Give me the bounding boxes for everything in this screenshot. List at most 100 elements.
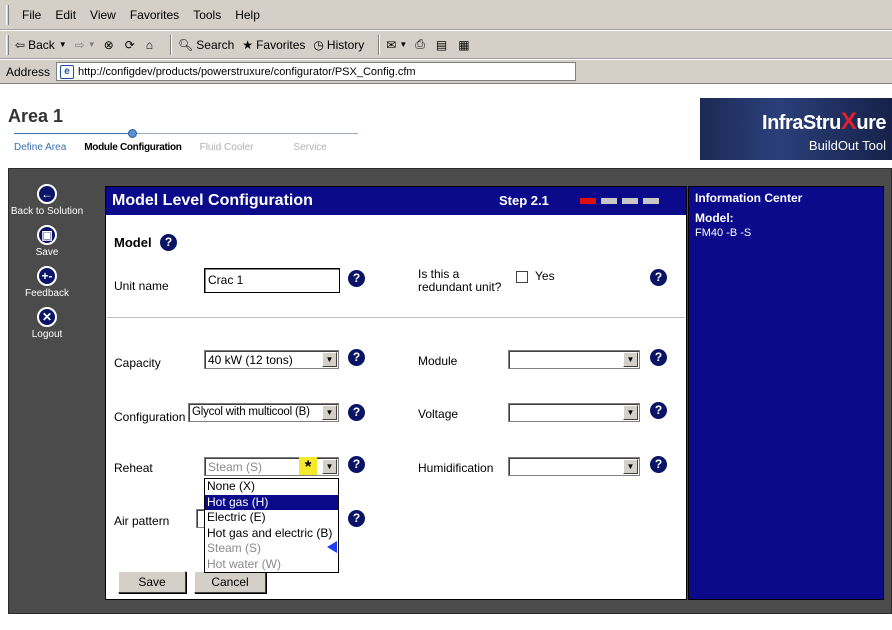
logo-brand-pre: InfraStru xyxy=(762,112,841,134)
chevron-down-icon[interactable]: ▼ xyxy=(322,459,337,474)
sidebar-item-logout[interactable]: ✕ Logout xyxy=(10,307,84,340)
configuration-help-icon[interactable]: ? xyxy=(348,404,365,421)
step-indicator-1 xyxy=(580,198,596,204)
air-pattern-help-icon[interactable]: ? xyxy=(348,510,365,527)
sidebar-item-label: Logout xyxy=(31,329,63,340)
menu-tools[interactable]: Tools xyxy=(186,6,228,24)
redundant-checkbox[interactable] xyxy=(516,271,528,283)
module-select[interactable]: ▼ xyxy=(508,350,640,369)
configuration-label: Configuration xyxy=(114,410,186,424)
save-button[interactable]: Save xyxy=(118,571,186,593)
toolbar-grip xyxy=(6,34,9,55)
menu-view[interactable]: View xyxy=(83,6,123,24)
model-config-panel: Model Level Configuration Step 2.1 xyxy=(105,186,687,600)
reheat-dropdown-list: None (X) Hot gas (H) Electric (E) Hot ga… xyxy=(204,478,339,573)
forward-dropdown-icon[interactable]: ▼ xyxy=(88,40,96,49)
redundant-label: Is this a redundant unit? xyxy=(418,267,502,294)
configuration-select[interactable]: Glycol with multicool (B) ▼ xyxy=(188,403,339,422)
sidebar-item-feedback[interactable]: +- Feedback xyxy=(10,266,84,299)
model-help-icon[interactable]: ? xyxy=(160,234,177,251)
pointer-arrow-icon xyxy=(327,541,337,553)
back-dropdown-icon[interactable]: ▼ xyxy=(59,40,67,49)
menu-help[interactable]: Help xyxy=(228,6,267,24)
unit-name-input[interactable]: Crac 1 xyxy=(204,268,340,293)
step-service: Service xyxy=(293,142,327,153)
discuss-button[interactable]: ▦ xyxy=(458,38,472,52)
mail-icon: ✉ xyxy=(386,37,397,52)
reheat-option-hot-gas[interactable]: Hot gas (H) xyxy=(205,494,338,510)
capacity-select[interactable]: 40 kW (12 tons) ▼ xyxy=(204,350,339,369)
home-icon: ⌂ xyxy=(145,37,154,52)
reheat-help-icon[interactable]: ? xyxy=(348,456,365,473)
reheat-option-electric[interactable]: Electric (E) xyxy=(205,510,338,526)
cancel-button[interactable]: Cancel xyxy=(194,571,266,593)
address-bar: Address e http://configdev/products/powe… xyxy=(0,60,892,84)
step-indicator-2 xyxy=(601,198,617,204)
forward-button[interactable]: ⇨ ▼ xyxy=(75,38,96,52)
mail-button[interactable]: ✉ ▼ xyxy=(386,38,407,52)
info-model-label: Model: xyxy=(695,211,734,225)
stop-button[interactable]: ⊗ xyxy=(104,38,117,52)
logo-brand-x: X xyxy=(840,108,857,135)
print-button[interactable]: ⎙ xyxy=(415,37,428,52)
humidification-help-icon[interactable]: ? xyxy=(650,456,667,473)
menu-edit[interactable]: Edit xyxy=(48,6,83,24)
feedback-icon: +- xyxy=(37,266,57,286)
step-progress-fill xyxy=(14,133,132,134)
step-indicator-4 xyxy=(643,198,659,204)
capacity-help-icon[interactable]: ? xyxy=(348,349,365,366)
logo-brand: InfraStruXure xyxy=(762,108,886,136)
menu-file[interactable]: File xyxy=(15,6,48,24)
mail-dropdown-icon[interactable]: ▼ xyxy=(399,40,407,49)
reheat-select[interactable]: Steam (S) ▼ xyxy=(204,457,339,476)
favorites-label: Favorites xyxy=(256,37,306,52)
step-define-area[interactable]: Define Area xyxy=(14,142,66,153)
menubar-grip xyxy=(6,4,9,25)
logout-icon: ✕ xyxy=(37,307,57,327)
humidification-label: Humidification xyxy=(418,461,494,475)
toolbar-separator-2 xyxy=(378,34,381,55)
voltage-select[interactable]: ▼ xyxy=(508,403,640,422)
humidification-select[interactable]: ▼ xyxy=(508,457,640,476)
step-navigation: Define Area Module Configuration Fluid C… xyxy=(14,142,345,153)
discuss-icon: ▦ xyxy=(458,37,470,52)
home-button[interactable]: ⌂ xyxy=(146,38,156,52)
address-input[interactable]: e http://configdev/products/powerstruxur… xyxy=(56,62,577,81)
sidebar-item-back-to-solution[interactable]: ← Back to Solution xyxy=(10,184,84,217)
reheat-option-none[interactable]: None (X) xyxy=(205,479,338,495)
reheat-option-hot-gas-and-electric[interactable]: Hot gas and electric (B) xyxy=(205,526,338,542)
chevron-down-icon[interactable]: ▼ xyxy=(623,405,638,420)
redundant-help-icon[interactable]: ? xyxy=(650,269,667,286)
unit-name-help-icon[interactable]: ? xyxy=(348,270,365,287)
address-url: http://configdev/products/powerstruxure/… xyxy=(78,65,416,78)
sidebar-item-label: Feedback xyxy=(25,288,69,299)
chevron-down-icon[interactable]: ▼ xyxy=(322,352,337,367)
chevron-down-icon[interactable]: ▼ xyxy=(623,459,638,474)
favorites-button[interactable]: ★ Favorites xyxy=(242,38,305,52)
capacity-value: 40 kW (12 tons) xyxy=(208,353,293,367)
forward-arrow-icon: ⇨ xyxy=(74,37,85,52)
ie-page-icon: e xyxy=(60,64,75,79)
back-button[interactable]: ⇦ Back ▼ xyxy=(15,38,67,52)
history-icon: ◷ xyxy=(313,37,324,52)
reheat-option-hot-water: Hot water (W) xyxy=(207,556,282,571)
search-button[interactable]: 🔍︎ Search xyxy=(178,38,234,52)
sidebar-item-save[interactable]: ▣ Save xyxy=(10,225,84,258)
reheat-label: Reheat xyxy=(114,461,153,475)
chevron-down-icon[interactable]: ▼ xyxy=(322,405,337,420)
search-icon: 🔍︎ xyxy=(178,37,194,52)
history-button[interactable]: ◷ History xyxy=(313,38,364,52)
module-help-icon[interactable]: ? xyxy=(650,349,667,366)
toolbar-separator xyxy=(170,34,173,55)
voltage-help-icon[interactable]: ? xyxy=(650,402,667,419)
refresh-button[interactable]: ⟳ xyxy=(125,38,138,52)
sidebar: ← Back to Solution ▣ Save +- Feedback ✕ … xyxy=(10,184,84,345)
browser-menubar: File Edit View Favorites Tools Help xyxy=(0,0,892,30)
section-divider xyxy=(107,317,685,318)
menu-favorites[interactable]: Favorites xyxy=(123,6,186,24)
chevron-down-icon[interactable]: ▼ xyxy=(623,352,638,367)
info-center-title: Information Center xyxy=(695,191,803,205)
info-model-code: FM40 -B -S xyxy=(695,227,752,239)
edit-button[interactable]: ▤ xyxy=(436,38,450,52)
air-pattern-label: Air pattern xyxy=(114,514,170,528)
